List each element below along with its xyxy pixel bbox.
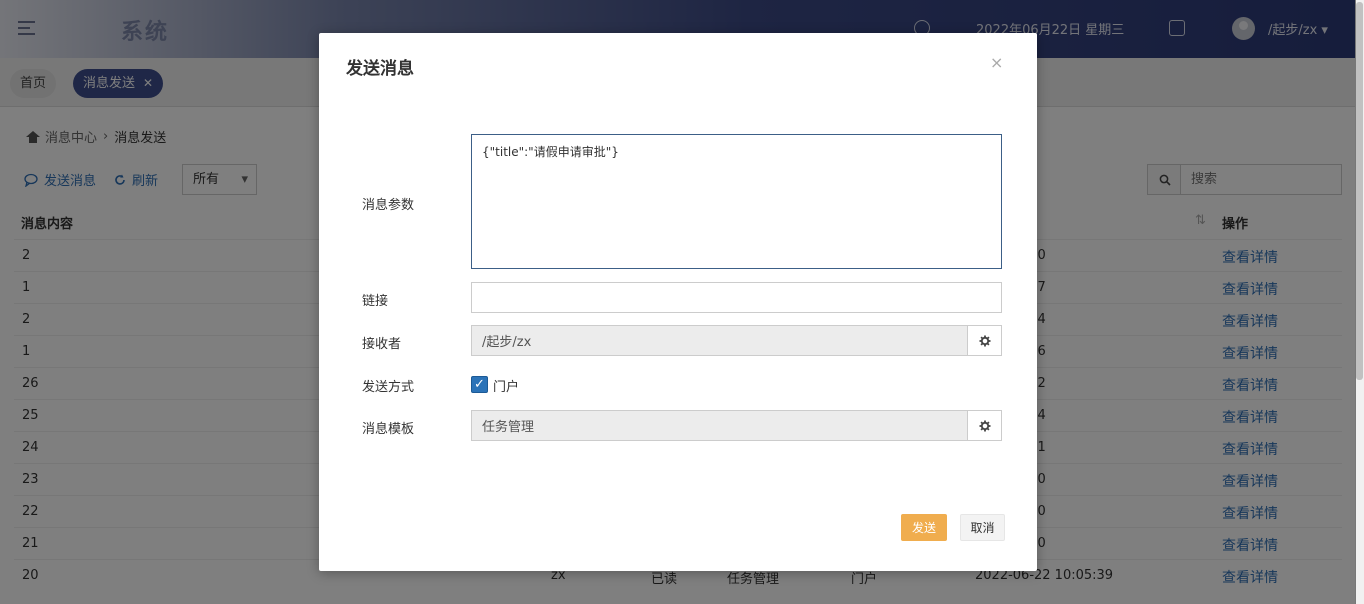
gear-icon: [979, 335, 990, 346]
param-textarea[interactable]: [471, 134, 1002, 269]
template-select-button[interactable]: [967, 410, 1002, 441]
dialog-title: 发送消息: [346, 59, 414, 79]
receiver-input[interactable]: [471, 325, 968, 356]
receiver-select-button[interactable]: [967, 325, 1002, 356]
link-input[interactable]: [471, 282, 1002, 313]
receiver-label: 接收者: [362, 337, 402, 352]
portal-checkbox-label: 门户: [493, 380, 520, 395]
portal-checkbox[interactable]: ✓: [471, 376, 488, 393]
gear-icon: [979, 420, 990, 431]
send-button[interactable]: 发送: [901, 514, 947, 541]
link-label: 链接: [362, 294, 389, 309]
template-input[interactable]: [471, 410, 968, 441]
close-icon[interactable]: ×: [990, 53, 1003, 72]
cancel-button[interactable]: 取消: [960, 514, 1005, 541]
scrollbar-thumb[interactable]: [1356, 2, 1363, 380]
template-label: 消息模板: [362, 422, 415, 437]
page-scrollbar[interactable]: [1355, 0, 1364, 604]
method-label: 发送方式: [362, 380, 415, 395]
param-label: 消息参数: [362, 198, 415, 213]
send-message-dialog: 发送消息 × 消息参数 链接 接收者 发送方式 ✓ 门户 消息模板 发送 取消: [319, 33, 1037, 571]
